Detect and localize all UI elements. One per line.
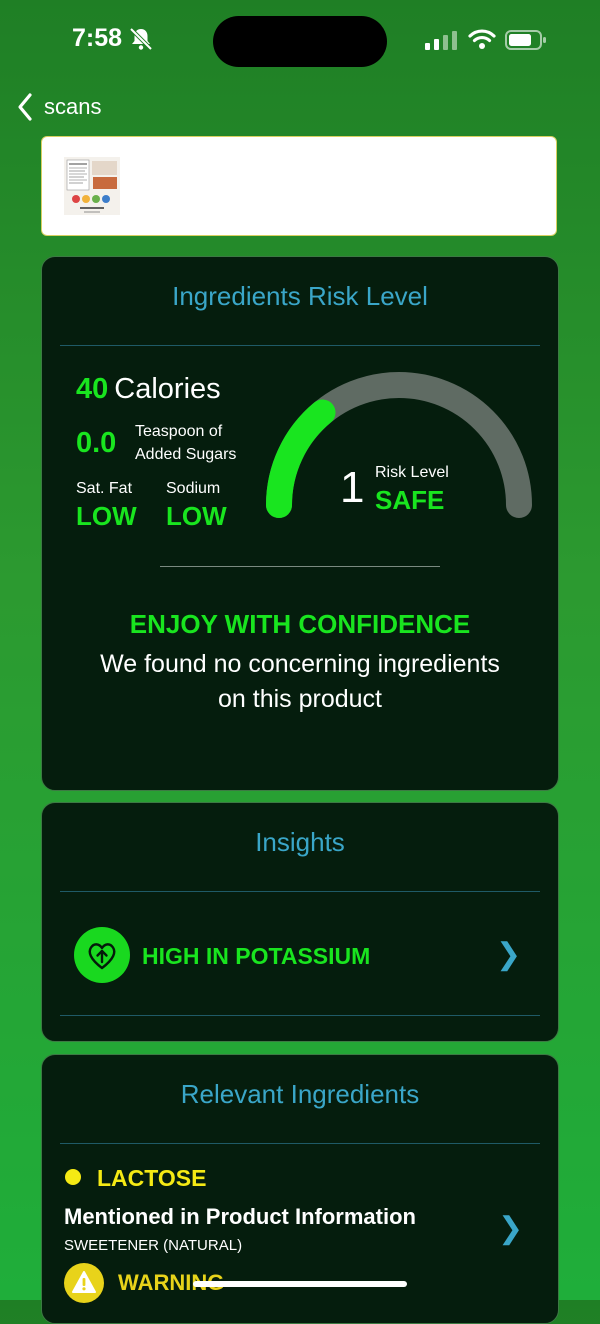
insight-item-potassium[interactable]: HIGH IN POTASSIUM ❯ (60, 907, 540, 1005)
ingredient-item-lactose[interactable]: LACTOSE Mentioned in Product Information… (60, 1155, 540, 1323)
chevron-left-icon (18, 93, 32, 121)
cellular-signal-icon (425, 31, 457, 50)
ingredient-category: SWEETENER (NATURAL) (64, 1237, 243, 1254)
bell-slash-icon (129, 27, 153, 51)
ingredient-name: LACTOSE (97, 1165, 207, 1191)
gauge-fill (266, 399, 336, 518)
risk-level-label: Risk Level (375, 464, 449, 481)
sat-fat-value: LOW (76, 501, 137, 531)
dynamic-island (213, 16, 387, 67)
risk-card-title: Ingredients Risk Level (172, 281, 428, 311)
sugar-value: 0.0 (76, 427, 117, 459)
heart-arrow-up-icon (74, 927, 130, 983)
sugar-label-line1: Teaspoon of (135, 423, 223, 440)
chevron-right-icon: ❯ (498, 1212, 524, 1245)
wifi-icon (468, 29, 496, 49)
verdict-title: ENJOY WITH CONFIDENCE (129, 609, 471, 639)
product-label-thumbnail (64, 157, 120, 215)
product-image-card[interactable] (41, 136, 557, 236)
battery-icon (505, 30, 546, 50)
verdict-line1: We found no concerning ingredients (100, 650, 500, 678)
home-indicator[interactable] (193, 1281, 407, 1287)
sugar-label-line2: Added Sugars (135, 446, 237, 463)
insight-label: HIGH IN POTASSIUM (142, 943, 371, 969)
sodium-value: LOW (166, 501, 227, 531)
calories-row: 40 Calories (76, 373, 221, 406)
sodium-label: Sodium (166, 480, 221, 497)
ingredient-source: Mentioned in Product Information (64, 1204, 416, 1229)
insights-title: Insights (255, 827, 345, 857)
insights-card: Insights HIGH IN POTASSIUM ❯ (41, 802, 559, 1042)
back-button[interactable]: scans (16, 90, 101, 124)
risk-number: 1 (340, 463, 365, 512)
ingredients-title: Relevant Ingredients (180, 1079, 420, 1109)
divider (60, 1143, 540, 1144)
chevron-right-icon: ❯ (496, 938, 522, 971)
warning-icon (64, 1263, 104, 1303)
calories-label: Calories (114, 373, 221, 405)
divider (60, 891, 540, 892)
calories-value: 40 (76, 373, 109, 405)
verdict-line2: on this product (218, 685, 382, 713)
divider (60, 1015, 540, 1016)
divider (60, 345, 540, 346)
back-label: scans (44, 94, 102, 119)
risk-level-card: Ingredients Risk Level 40 Calories 0.0 T… (41, 256, 559, 791)
risk-status: SAFE (375, 485, 445, 515)
risk-dot (65, 1169, 81, 1185)
section-divider (160, 566, 440, 567)
status-time: 7:58 (72, 24, 123, 52)
sat-fat-label: Sat. Fat (76, 480, 133, 497)
